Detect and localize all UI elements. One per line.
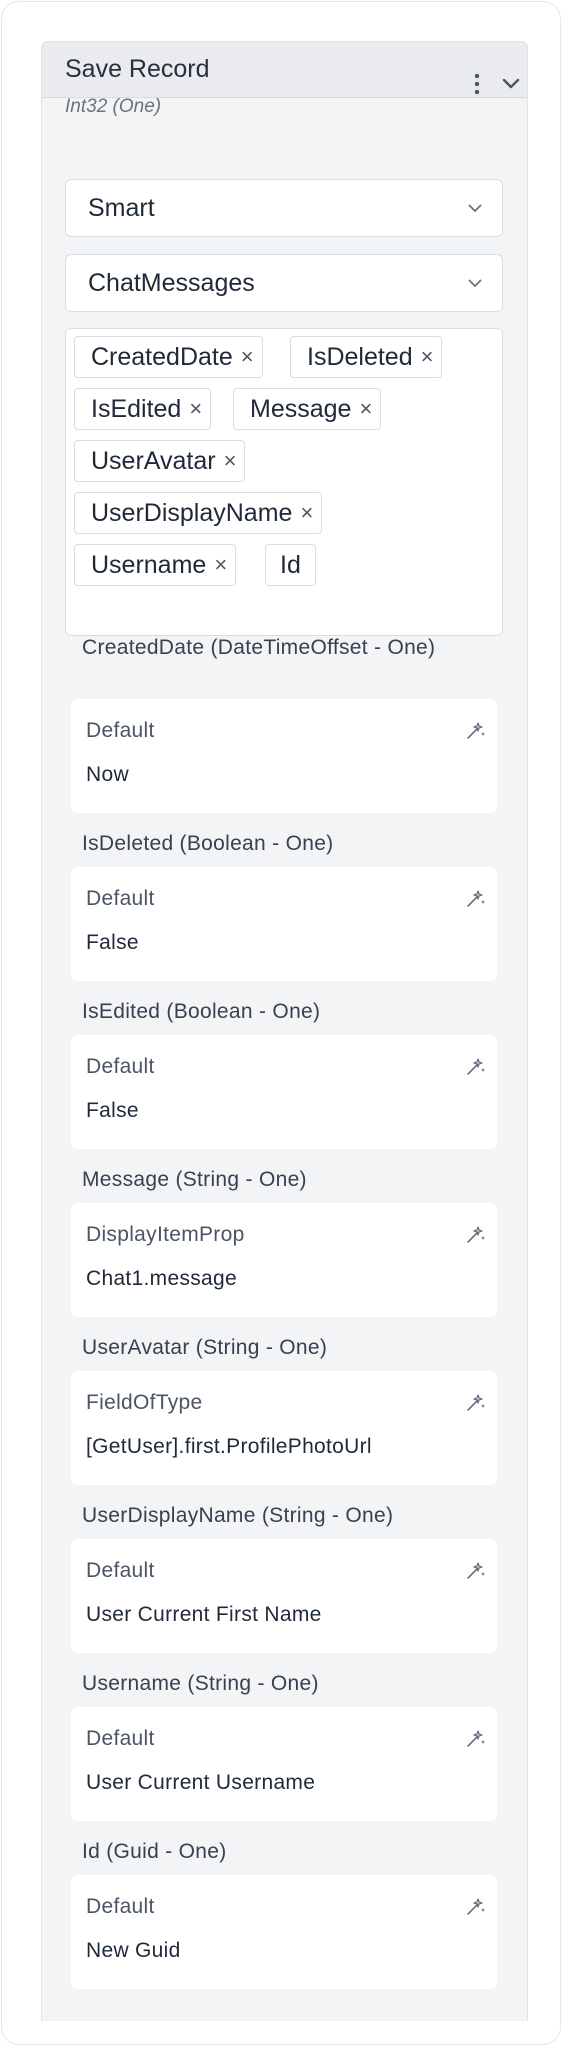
- field-source-type: FieldOfType: [86, 1391, 203, 1414]
- field-card-useravatar[interactable]: FieldOfType [GetUser].first.ProfilePhoto…: [71, 1371, 497, 1485]
- field-card-id[interactable]: Default New Guid: [71, 1875, 497, 1989]
- tag-isdeleted[interactable]: IsDeleted ×: [290, 336, 443, 378]
- field-value: User Current First Name: [86, 1603, 322, 1626]
- outer-frame: Save Record Int32 (One) Smart ChatMessag…: [1, 1, 561, 2045]
- field-value: False: [86, 1099, 139, 1122]
- field-value: [GetUser].first.ProfilePhotoUrl: [86, 1435, 372, 1458]
- field-value: User Current Username: [86, 1771, 316, 1794]
- more-options-button[interactable]: [464, 66, 490, 102]
- field-label-userdisplayname: UserDisplayName (String - One): [82, 1504, 394, 1527]
- chevron-down-icon: [468, 204, 482, 212]
- tag-username[interactable]: Username ×: [74, 544, 237, 586]
- field-label-createddate: CreatedDate (DateTimeOffset - One): [82, 636, 436, 659]
- chevron-down-icon: [468, 279, 482, 287]
- tag-message[interactable]: Message ×: [233, 388, 382, 430]
- tag-label: UserAvatar: [91, 446, 216, 475]
- tag-label: IsEdited: [91, 394, 182, 423]
- field-label-username: Username (String - One): [82, 1672, 319, 1695]
- tag-label: Message: [250, 394, 352, 423]
- remove-tag-icon[interactable]: ×: [241, 346, 254, 368]
- field-label-isdeleted: IsDeleted (Boolean - One): [82, 832, 334, 855]
- field-source-type: Default: [86, 1727, 155, 1750]
- field-card-username[interactable]: Default User Current Username: [71, 1707, 497, 1821]
- field-source-type: Default: [86, 719, 155, 742]
- field-label-isedited: IsEdited (Boolean - One): [82, 1000, 321, 1023]
- chevron-down-icon: [502, 78, 520, 89]
- magic-wand-icon[interactable]: [465, 1895, 487, 1917]
- field-value: New Guid: [86, 1939, 181, 1962]
- table-select-value: ChatMessages: [88, 269, 255, 297]
- node-subtitle: Int32 (One): [65, 96, 162, 117]
- table-select[interactable]: ChatMessages: [65, 254, 503, 312]
- remove-tag-icon[interactable]: ×: [189, 398, 202, 420]
- tag-label: Username: [91, 550, 207, 579]
- field-tag-selector[interactable]: CreatedDate × IsDeleted × IsEdited × Mes…: [65, 328, 503, 636]
- field-card-message[interactable]: DisplayItemProp Chat1.message: [71, 1203, 497, 1317]
- tag-userdisplayname[interactable]: UserDisplayName ×: [74, 492, 323, 534]
- tag-label: CreatedDate: [91, 342, 233, 371]
- remove-tag-icon[interactable]: ×: [214, 554, 227, 576]
- tag-useravatar[interactable]: UserAvatar ×: [74, 440, 246, 482]
- field-value: Now: [86, 763, 129, 786]
- magic-wand-icon[interactable]: [465, 1055, 487, 1077]
- magic-wand-icon[interactable]: [465, 887, 487, 909]
- tag-createddate[interactable]: CreatedDate ×: [74, 336, 263, 378]
- magic-wand-icon[interactable]: [465, 1559, 487, 1581]
- field-card-userdisplayname[interactable]: Default User Current First Name: [71, 1539, 497, 1653]
- field-label-useravatar: UserAvatar (String - One): [82, 1336, 328, 1359]
- field-label-message: Message (String - One): [82, 1168, 307, 1191]
- mode-select[interactable]: Smart: [65, 179, 503, 237]
- field-source-type: Default: [86, 887, 155, 910]
- magic-wand-icon[interactable]: [465, 1391, 487, 1413]
- field-source-type: Default: [86, 1055, 155, 1078]
- tag-isedited[interactable]: IsEdited ×: [74, 388, 212, 430]
- tag-label: IsDeleted: [307, 342, 413, 371]
- field-card-createddate[interactable]: Default Now: [71, 699, 497, 813]
- kebab-menu-icon: [474, 73, 480, 95]
- field-source-type: Default: [86, 1559, 155, 1582]
- field-source-type: DisplayItemProp: [86, 1223, 245, 1246]
- field-value: False: [86, 931, 139, 954]
- remove-tag-icon[interactable]: ×: [224, 450, 237, 472]
- remove-tag-icon[interactable]: ×: [421, 346, 434, 368]
- field-card-isdeleted[interactable]: Default False: [71, 867, 497, 981]
- magic-wand-icon[interactable]: [465, 1727, 487, 1749]
- field-card-isedited[interactable]: Default False: [71, 1035, 497, 1149]
- collapse-button[interactable]: [498, 66, 524, 102]
- remove-tag-icon[interactable]: ×: [359, 398, 372, 420]
- node-title: Save Record: [65, 55, 210, 83]
- magic-wand-icon[interactable]: [465, 719, 487, 741]
- tag-id[interactable]: Id: [265, 544, 316, 586]
- tag-label: Id: [280, 550, 301, 579]
- tag-label: UserDisplayName: [91, 498, 293, 527]
- mode-select-value: Smart: [88, 194, 155, 222]
- field-source-type: Default: [86, 1895, 155, 1918]
- save-record-node: Save Record Int32 (One) Smart ChatMessag…: [41, 41, 528, 2021]
- remove-tag-icon[interactable]: ×: [300, 502, 313, 524]
- field-label-id: Id (Guid - One): [82, 1840, 227, 1863]
- field-value: Chat1.message: [86, 1267, 237, 1290]
- magic-wand-icon[interactable]: [465, 1223, 487, 1245]
